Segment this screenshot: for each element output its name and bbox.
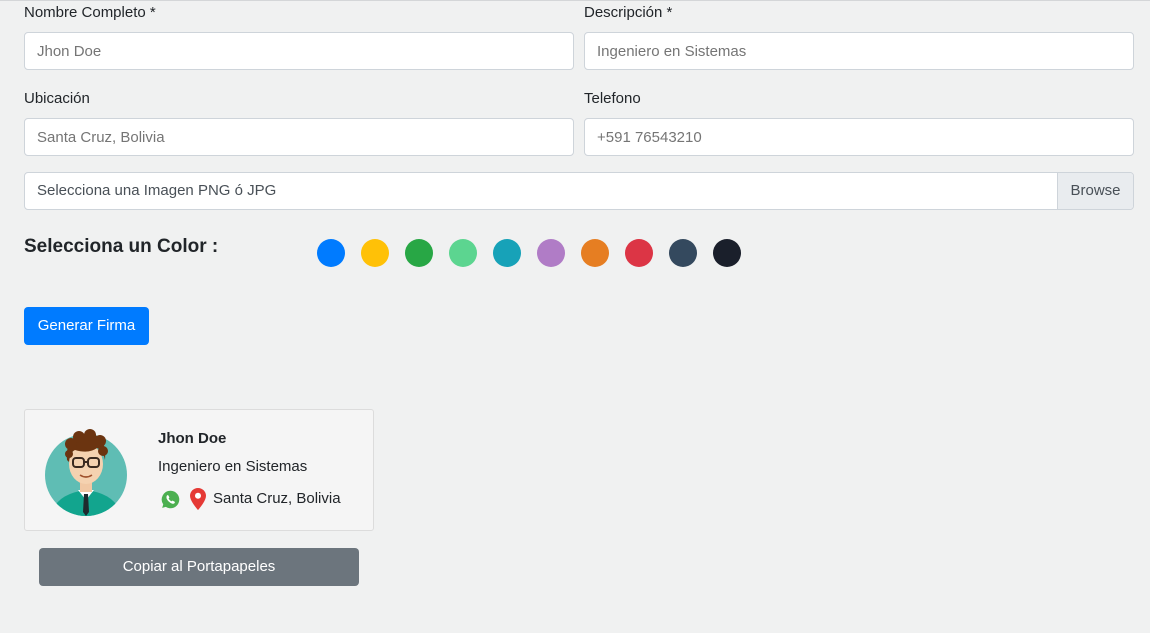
browse-button[interactable]: Browse bbox=[1057, 173, 1133, 209]
location-input[interactable] bbox=[24, 118, 574, 156]
description-label: Descripción * bbox=[584, 4, 673, 21]
copy-to-clipboard-button[interactable]: Copiar al Portapapeles bbox=[39, 548, 359, 586]
image-file-input[interactable]: Selecciona una Imagen PNG ó JPG Browse bbox=[24, 172, 1134, 210]
signature-description: Ingeniero en Sistemas bbox=[158, 458, 308, 475]
file-input-label: Selecciona una Imagen PNG ó JPG bbox=[37, 182, 277, 199]
color-swatch[interactable] bbox=[625, 239, 653, 267]
color-swatch[interactable] bbox=[537, 239, 565, 267]
color-swatch[interactable] bbox=[317, 239, 345, 267]
signature-location: Santa Cruz, Bolivia bbox=[213, 490, 341, 507]
color-swatch[interactable] bbox=[449, 239, 477, 267]
color-selector-title: Selecciona un Color : bbox=[24, 236, 219, 257]
name-label: Nombre Completo * bbox=[24, 4, 156, 21]
whatsapp-icon bbox=[161, 490, 180, 509]
color-swatch[interactable] bbox=[405, 239, 433, 267]
avatar-image bbox=[45, 429, 127, 516]
phone-input[interactable] bbox=[584, 118, 1134, 156]
generate-signature-button[interactable]: Generar Firma bbox=[24, 307, 149, 345]
name-input[interactable] bbox=[24, 32, 574, 70]
description-input[interactable] bbox=[584, 32, 1134, 70]
phone-label: Telefono bbox=[584, 90, 641, 107]
top-divider bbox=[0, 0, 1150, 1]
color-swatch[interactable] bbox=[581, 239, 609, 267]
color-swatch[interactable] bbox=[493, 239, 521, 267]
color-swatch[interactable] bbox=[361, 239, 389, 267]
color-swatch[interactable] bbox=[713, 239, 741, 267]
color-swatch[interactable] bbox=[669, 239, 697, 267]
location-pin-icon bbox=[190, 488, 206, 510]
location-label: Ubicación bbox=[24, 90, 90, 107]
signature-name: Jhon Doe bbox=[158, 430, 227, 447]
signature-card: Jhon Doe Ingeniero en Sistemas Santa Cru… bbox=[24, 409, 374, 531]
